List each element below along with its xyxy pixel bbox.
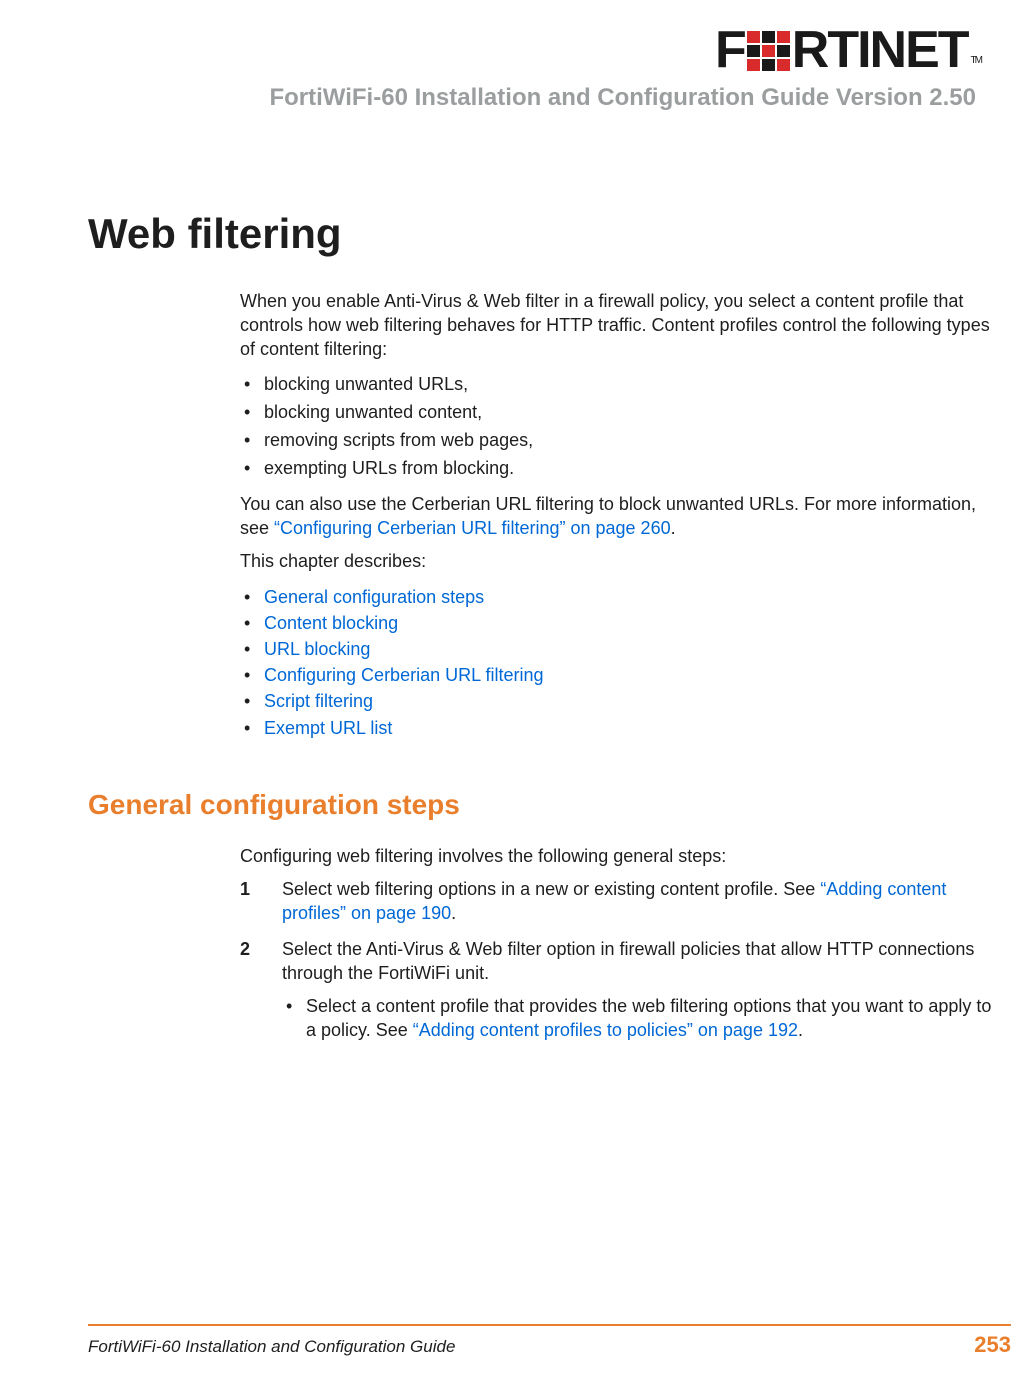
document-title: FortiWiFi-60 Installation and Configurat… [269, 84, 981, 112]
toc-item: Script filtering [240, 688, 1001, 714]
intro-paragraph: When you enable Anti-Virus & Web filter … [240, 290, 1001, 361]
page-content: Web filtering When you enable Anti-Virus… [0, 120, 1021, 1043]
toc-link[interactable]: General configuration steps [264, 587, 484, 607]
toc-item: General configuration steps [240, 584, 1001, 610]
toc-link[interactable]: Configuring Cerberian URL filtering [264, 665, 543, 685]
toc-item: URL blocking [240, 636, 1001, 662]
section-heading-general-config: General configuration steps [88, 789, 1011, 821]
step-text: Select the Anti-Virus & Web filter optio… [282, 939, 974, 983]
sub-list-item: Select a content profile that provides t… [282, 995, 1001, 1043]
cerberian-link[interactable]: “Configuring Cerberian URL filtering” on… [274, 518, 671, 538]
step-body: Select the Anti-Virus & Web filter optio… [282, 938, 1001, 1043]
trademark-symbol: TM [971, 55, 981, 66]
chapter-body: When you enable Anti-Virus & Web filter … [240, 290, 1001, 741]
cerberian-paragraph: You can also use the Cerberian URL filte… [240, 493, 1001, 541]
section-intro: Configuring web filtering involves the f… [240, 845, 1001, 869]
toc-item: Content blocking [240, 610, 1001, 636]
page-number: 253 [974, 1332, 1011, 1358]
step-body: Select web filtering options in a new or… [282, 878, 1001, 926]
step-2: 2 Select the Anti-Virus & Web filter opt… [240, 938, 1001, 1043]
toc-link[interactable]: Script filtering [264, 691, 373, 711]
logo-text: F RTINET TM [715, 20, 981, 80]
page-footer: FortiWiFi-60 Installation and Configurat… [88, 1324, 1011, 1358]
chapter-toc-list: General configuration steps Content bloc… [240, 584, 1001, 741]
list-item: removing scripts from web pages, [240, 427, 1001, 455]
toc-link[interactable]: URL blocking [264, 639, 370, 659]
text-span: . [798, 1020, 803, 1040]
toc-item: Exempt URL list [240, 715, 1001, 741]
text-span: . [451, 903, 456, 923]
toc-link[interactable]: Content blocking [264, 613, 398, 633]
describes-paragraph: This chapter describes: [240, 550, 1001, 574]
text-span: Select web filtering options in a new or… [282, 879, 820, 899]
logo-grid-icon [747, 30, 790, 70]
list-item: exempting URLs from blocking. [240, 455, 1001, 483]
toc-item: Configuring Cerberian URL filtering [240, 662, 1001, 688]
step-2-sublist: Select a content profile that provides t… [282, 995, 1001, 1043]
step-number: 1 [240, 878, 282, 926]
header-logo-area: F RTINET TM FortiWiFi-60 Installation an… [0, 0, 1021, 120]
adding-profiles-policies-link[interactable]: “Adding content profiles to policies” on… [413, 1020, 798, 1040]
footer-doc-title: FortiWiFi-60 Installation and Configurat… [88, 1337, 455, 1357]
logo-letters-rest: RTINET [792, 20, 968, 80]
chapter-title: Web filtering [88, 210, 1011, 258]
list-item: blocking unwanted content, [240, 399, 1001, 427]
step-1: 1 Select web filtering options in a new … [240, 878, 1001, 926]
text-span: . [671, 518, 676, 538]
list-item: blocking unwanted URLs, [240, 371, 1001, 399]
step-number: 2 [240, 938, 282, 1043]
logo-letter-f: F [715, 20, 745, 80]
section-body: Configuring web filtering involves the f… [240, 845, 1001, 1043]
fortinet-logo: F RTINET TM FortiWiFi-60 Installation an… [269, 20, 981, 112]
toc-link[interactable]: Exempt URL list [264, 718, 392, 738]
filtering-types-list: blocking unwanted URLs, blocking unwante… [240, 371, 1001, 483]
